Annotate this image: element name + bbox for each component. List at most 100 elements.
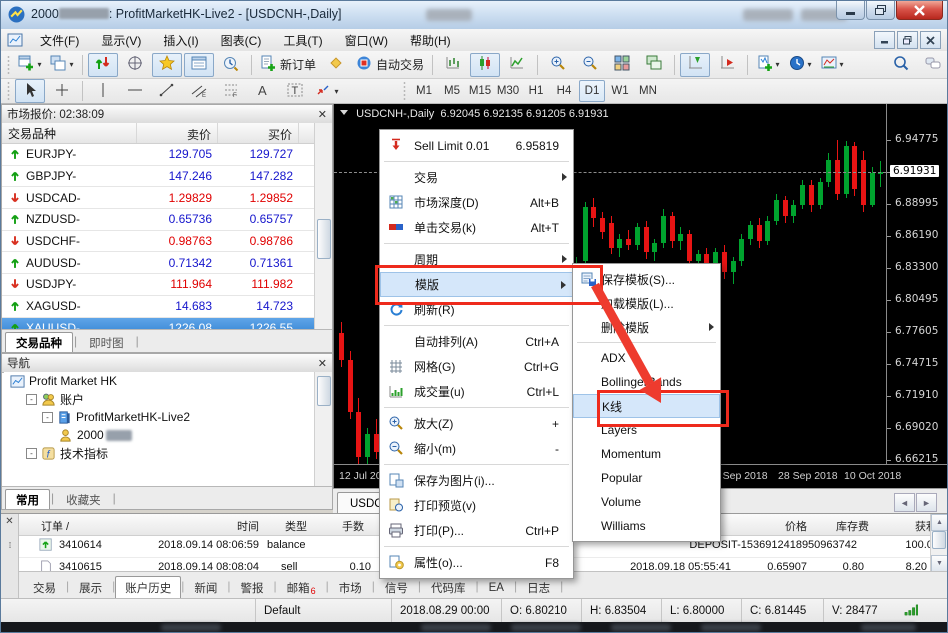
indicators-button[interactable]: ▾	[753, 53, 783, 77]
periods-button[interactable]: ▾	[785, 53, 815, 77]
market-watch-tab-1[interactable]: 即时图	[78, 332, 135, 352]
zoom-out-button[interactable]	[575, 53, 605, 77]
menu-volumes[interactable]: 成交量(u)Ctrl+L	[380, 379, 573, 404]
tree-item-profitmarkethklive2[interactable]: -ProfitMarketHK-Live2	[4, 408, 315, 426]
toggle-navigator-button[interactable]	[152, 53, 182, 77]
cascade-windows-button[interactable]	[639, 53, 669, 77]
auto-scroll-button[interactable]	[712, 53, 742, 77]
tree-expander-icon[interactable]: -	[26, 394, 37, 405]
navigator-scrollbar[interactable]	[314, 372, 332, 487]
equidistant-channel-tool[interactable]: E	[184, 79, 214, 103]
tree-item-2000[interactable]: 2000	[4, 426, 315, 444]
terminal-tab-2[interactable]: 账户历史	[115, 576, 181, 598]
timeframe-h4[interactable]: H4	[551, 80, 577, 102]
auto-trading-button[interactable]: 自动交易	[353, 53, 427, 77]
menu-depth-of-market[interactable]: 市场深度(D)Alt+B	[380, 190, 573, 215]
chart-close-button[interactable]	[920, 31, 941, 49]
arrows-tool[interactable]: ▾	[312, 79, 342, 103]
menu-print-preview[interactable]: 打印预览(v)	[380, 493, 573, 518]
scroll-right-icon[interactable]: ►	[916, 493, 937, 512]
tree-expander-icon[interactable]: -	[42, 412, 53, 423]
market-row-usdchf[interactable]: USDCHF-0.987630.98786	[2, 231, 315, 253]
new-order-button[interactable]: 新订单	[257, 53, 319, 77]
timeframe-h1[interactable]: H1	[523, 80, 549, 102]
timeframe-w1[interactable]: W1	[607, 80, 633, 102]
terminal-tab-5[interactable]: 邮箱6	[277, 576, 326, 598]
chart-minimize-button[interactable]	[874, 31, 895, 49]
candlestick-chart-button[interactable]	[470, 53, 500, 77]
terminal-tab-0[interactable]: 交易	[23, 576, 66, 598]
bar-chart-button[interactable]	[438, 53, 468, 77]
toggle-market-watch-button[interactable]	[88, 53, 118, 77]
menubar-item-2[interactable]: 插入(I)	[152, 31, 209, 51]
community-button[interactable]	[918, 53, 948, 77]
line-chart-button[interactable]	[502, 53, 532, 77]
menu-zoom-out[interactable]: 缩小(m)-	[380, 436, 573, 461]
scroll-left-icon[interactable]: ◄	[894, 493, 915, 512]
zoom-in-button[interactable]	[543, 53, 573, 77]
menu-auto-arrange[interactable]: 自动排列(A)Ctrl+A	[380, 329, 573, 354]
timeframe-m5[interactable]: M5	[439, 80, 465, 102]
market-row-nzdusd[interactable]: NZDUSD-0.657360.65757	[2, 209, 315, 231]
new-chart-button[interactable]: ▾	[15, 53, 45, 77]
menubar-item-0[interactable]: 文件(F)	[29, 31, 90, 51]
menu-grid[interactable]: 网格(G)Ctrl+G	[380, 354, 573, 379]
menubar-item-3[interactable]: 图表(C)	[210, 31, 273, 51]
terminal-tab-8[interactable]: 代码库	[421, 576, 476, 598]
timeframe-d1[interactable]: D1	[579, 80, 605, 102]
market-watch-close-icon[interactable]: ✕	[318, 108, 327, 121]
menu-trading[interactable]: 交易	[380, 165, 573, 190]
trendline-tool[interactable]	[152, 79, 182, 103]
templates-button[interactable]: ▾	[817, 53, 847, 77]
restore-button[interactable]	[866, 1, 895, 20]
vertical-line-tool[interactable]	[88, 79, 118, 103]
toggle-data-window-button[interactable]	[120, 53, 150, 77]
menubar-item-1[interactable]: 显示(V)	[90, 31, 152, 51]
menu-one-click-trading[interactable]: 单击交易(k)Alt+T	[380, 215, 573, 240]
tree-item-profitmarkethk[interactable]: Profit Market HK	[4, 372, 315, 390]
terminal-tab-3[interactable]: 新闻	[184, 576, 227, 598]
menu-properties[interactable]: 属性(o)...F8	[380, 550, 573, 575]
submenu-template-williams[interactable]: Williams	[573, 514, 720, 538]
chart-restore-button[interactable]	[897, 31, 918, 49]
navigator-tab-1[interactable]: 收藏夹	[55, 489, 112, 509]
submenu-template-popular[interactable]: Popular	[573, 466, 720, 490]
chart-profiles-button[interactable]: ▾	[47, 53, 77, 77]
horizontal-line-tool[interactable]	[120, 79, 150, 103]
timeframe-m1[interactable]: M1	[411, 80, 437, 102]
text-label-tool[interactable]: T	[280, 79, 310, 103]
market-row-usdjpy[interactable]: USDJPY-111.964111.982	[2, 274, 315, 296]
timeframe-m30[interactable]: M30	[495, 80, 521, 102]
market-watch-tab-0[interactable]: 交易品种	[5, 332, 73, 352]
menubar-item-6[interactable]: 帮助(H)	[399, 31, 462, 51]
timeframe-mn[interactable]: MN	[635, 80, 661, 102]
submenu-template-adx[interactable]: ADX	[573, 346, 720, 370]
menubar-item-5[interactable]: 窗口(W)	[334, 31, 399, 51]
market-row-xagusd[interactable]: XAGUSD-14.68314.723	[2, 296, 315, 318]
tile-windows-button[interactable]	[607, 53, 637, 77]
menu-print[interactable]: 打印(P)...Ctrl+P	[380, 518, 573, 543]
search-button[interactable]	[886, 53, 916, 77]
market-row-usdcad[interactable]: USDCAD-1.298291.29852	[2, 187, 315, 209]
market-row-eurjpy[interactable]: EURJPY-129.705129.727	[2, 144, 315, 166]
toggle-terminal-button[interactable]	[184, 53, 214, 77]
crosshair-tool[interactable]	[47, 79, 77, 103]
terminal-tab-10[interactable]: 日志	[517, 576, 560, 598]
menu-save-as-picture[interactable]: 保存为图片(i)...	[380, 468, 573, 493]
terminal-tab-1[interactable]: 展示	[69, 576, 112, 598]
minimize-button[interactable]	[836, 1, 865, 20]
menu-sell-limit[interactable]: Sell Limit 0.016.95819	[380, 133, 573, 158]
tree-expander-icon[interactable]: -	[26, 448, 37, 459]
fibonacci-tool[interactable]: F	[216, 79, 246, 103]
metaeditor-button[interactable]	[321, 53, 351, 77]
submenu-template-volume[interactable]: Volume	[573, 490, 720, 514]
terminal-tab-4[interactable]: 警报	[231, 576, 274, 598]
terminal-tab-9[interactable]: EA	[479, 576, 514, 598]
terminal-close-icon[interactable]: ✕	[5, 516, 13, 527]
navigator-tab-0[interactable]: 常用	[5, 489, 50, 509]
navigator-close-icon[interactable]: ✕	[318, 357, 327, 370]
menubar-item-4[interactable]: 工具(T)	[272, 31, 333, 51]
chart-shift-button[interactable]	[680, 53, 710, 77]
market-watch-scrollbar[interactable]	[314, 123, 332, 330]
terminal-tab-7[interactable]: 信号	[375, 576, 418, 598]
